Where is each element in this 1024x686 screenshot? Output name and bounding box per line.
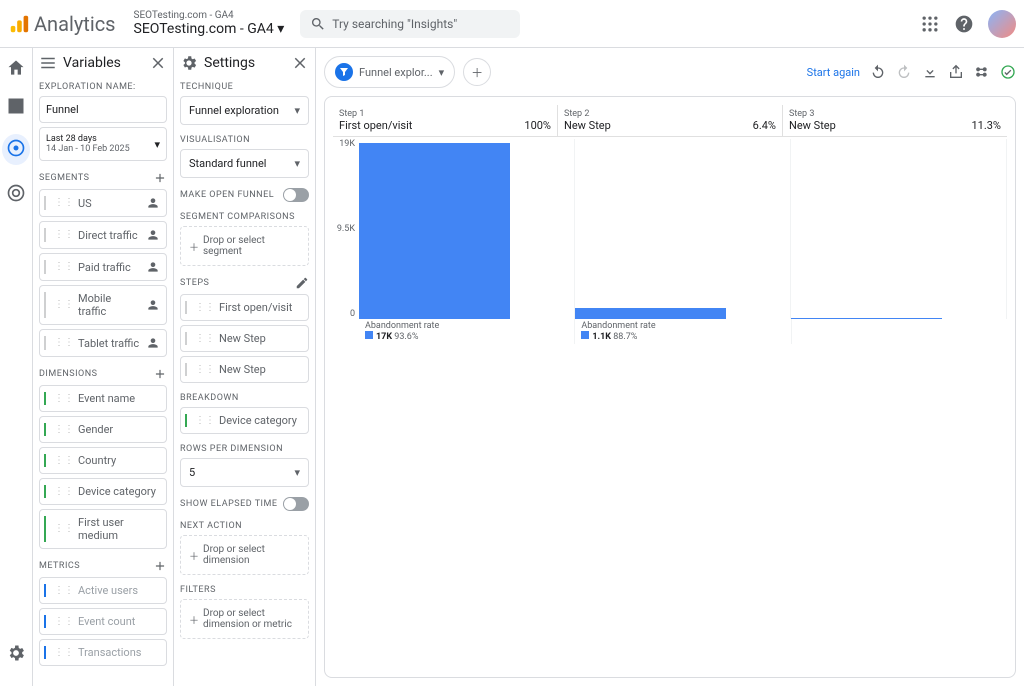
metric-chip[interactable]: Event count (39, 608, 167, 635)
settings-panel: Settings TECHNIQUE Funnel exploration VI… (174, 48, 316, 686)
funnel-tab-icon (338, 66, 350, 78)
help-icon[interactable] (954, 14, 974, 34)
property-switcher[interactable]: SEOTesting.com - GA4 SEOTesting.com - GA… (134, 10, 285, 37)
home-icon[interactable] (6, 58, 26, 78)
step-chip[interactable]: First open/visit (180, 294, 309, 321)
rows-select[interactable]: 5 (180, 458, 309, 487)
explore-nav-active[interactable] (2, 134, 30, 165)
elapsed-toggle[interactable] (283, 497, 309, 511)
funnel-table (333, 350, 1007, 669)
redo-icon[interactable] (896, 64, 912, 80)
advertising-icon[interactable] (6, 183, 26, 203)
left-nav (0, 48, 32, 686)
close-icon[interactable] (291, 54, 309, 72)
segment-chip[interactable]: Mobile traffic (39, 285, 167, 325)
settings-gear-icon (180, 54, 198, 72)
status-check-icon[interactable] (1000, 64, 1016, 80)
dimension-chip[interactable]: Device category (39, 478, 167, 505)
technique-select[interactable]: Funnel exploration (180, 96, 309, 125)
add-tab-button[interactable]: ＋ (463, 58, 491, 86)
download-icon[interactable] (922, 64, 938, 80)
step-header: Step 2New Step6.4% (558, 105, 783, 136)
dimension-chip[interactable]: Gender (39, 416, 167, 443)
step-chip[interactable]: New Step (180, 325, 309, 352)
search-input[interactable]: Try searching "Insights" (300, 10, 520, 38)
funnel-bar (791, 139, 1007, 319)
exploration-name-input[interactable]: Funnel (39, 96, 167, 123)
segment-drop[interactable]: ＋ Drop or select segment (180, 226, 309, 266)
exploration-tab[interactable]: Funnel explor... ▾ (324, 56, 455, 88)
avatar[interactable] (988, 10, 1016, 38)
app-header: Analytics SEOTesting.com - GA4 SEOTestin… (0, 0, 1024, 48)
next-action-drop[interactable]: ＋ Drop or select dimension (180, 535, 309, 575)
apps-icon[interactable] (920, 14, 940, 34)
variables-panel: Variables EXPLORATION NAME: Funnel Last … (32, 48, 174, 686)
reports-icon[interactable] (6, 96, 26, 116)
dimension-chip[interactable]: Event name (39, 385, 167, 412)
edit-icon[interactable] (295, 276, 309, 290)
funnel-bar (359, 139, 575, 319)
abandonment-cell (792, 319, 1007, 344)
share-icon[interactable] (974, 64, 990, 80)
open-funnel-toggle[interactable] (283, 188, 309, 202)
dimension-chip[interactable]: First user medium (39, 509, 167, 549)
undo-icon[interactable] (870, 64, 886, 80)
search-icon (310, 16, 326, 32)
metric-chip[interactable]: Active users (39, 577, 167, 604)
date-range-picker[interactable]: Last 28 days 14 Jan - 10 Feb 2025 ▾ (39, 127, 167, 161)
start-again-link[interactable]: Start again (807, 66, 860, 79)
segment-chip[interactable]: Direct traffic (39, 221, 167, 249)
abandonment-cell: Abandonment rate17K 93.6% (359, 319, 575, 344)
analytics-logo-icon (8, 13, 30, 35)
visualisation-select[interactable]: Standard funnel (180, 149, 309, 178)
logo-block[interactable]: Analytics (8, 12, 116, 36)
metric-chip[interactable]: Transactions (39, 639, 167, 666)
segment-chip[interactable]: Paid traffic (39, 253, 167, 281)
close-icon[interactable] (149, 54, 167, 72)
product-name: Analytics (34, 12, 116, 36)
add-icon[interactable] (153, 367, 167, 381)
abandonment-cell: Abandonment rate1.1K 88.7% (575, 319, 791, 344)
add-icon[interactable] (153, 171, 167, 185)
admin-gear-icon[interactable] (6, 643, 26, 663)
filters-drop[interactable]: ＋ Drop or select dimension or metric (180, 599, 309, 639)
canvas: Funnel explor... ▾ ＋ Start again Step 1F… (316, 48, 1024, 686)
export-icon[interactable] (948, 64, 964, 80)
segment-chip[interactable]: Tablet traffic (39, 329, 167, 357)
funnel-bar (575, 139, 791, 319)
explore-icon (6, 138, 26, 158)
step-chip[interactable]: New Step (180, 356, 309, 383)
step-header: Step 1First open/visit100% (333, 105, 558, 136)
breakdown-chip[interactable]: Device category (180, 407, 309, 434)
segment-chip[interactable]: US (39, 189, 167, 217)
dimension-chip[interactable]: Country (39, 447, 167, 474)
step-header: Step 3New Step11.3% (783, 105, 1007, 136)
variables-icon (39, 54, 57, 72)
add-icon[interactable] (153, 559, 167, 573)
